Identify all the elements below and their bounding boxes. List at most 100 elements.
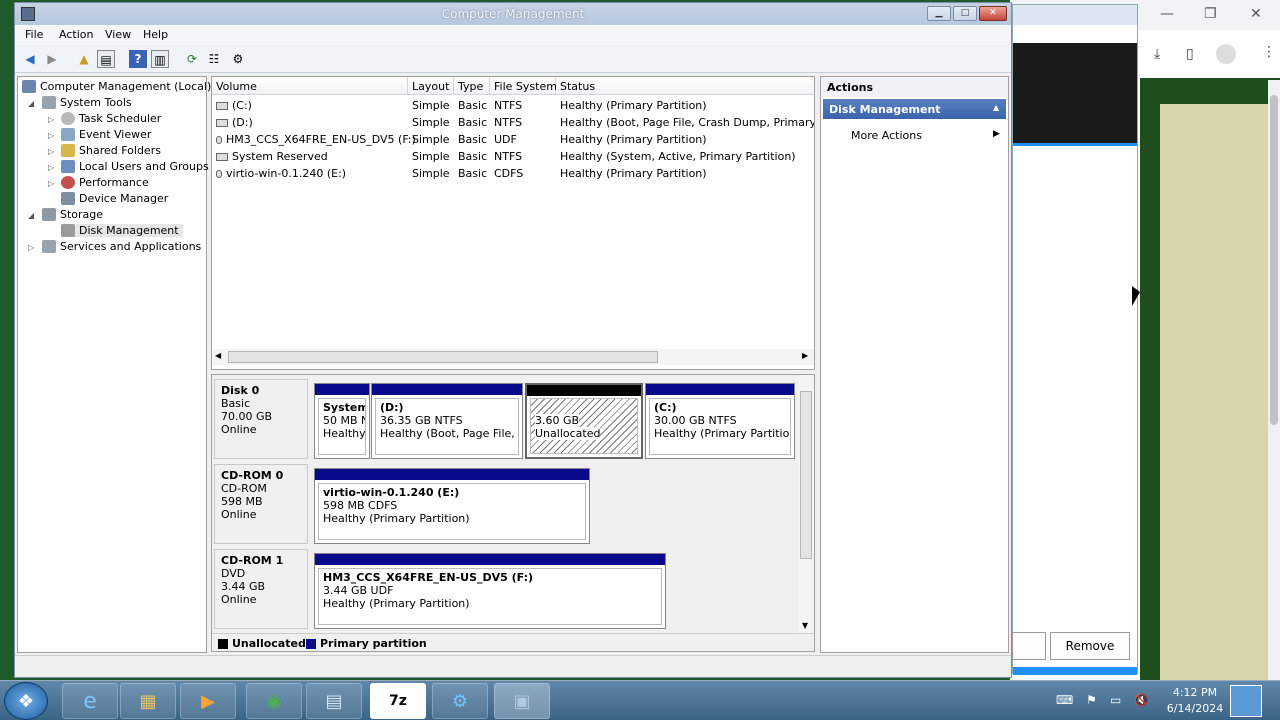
partition-f[interactable]: HM3_CCS_X64FRE_EN-US_DV5 (F:) 3.44 GB UDF… — [314, 553, 666, 629]
menu-kebab-icon[interactable]: ⋮ — [1262, 44, 1276, 60]
expand-icon[interactable]: ▷ — [48, 147, 54, 156]
media-player-icon[interactable]: ▶ — [180, 683, 236, 719]
volume-muted-icon[interactable]: 🔇 — [1134, 693, 1149, 707]
menu-view[interactable]: View — [105, 28, 131, 41]
tree-task-scheduler[interactable]: Task Scheduler — [61, 112, 161, 125]
rescan-icon[interactable]: ⚙ — [229, 50, 247, 68]
unallocated-swatch — [218, 639, 228, 649]
minimize-button[interactable]: ▁ — [927, 6, 951, 21]
expand-icon[interactable]: ▷ — [48, 131, 54, 140]
back-icon[interactable]: ◀ — [21, 50, 39, 68]
scroll-down-icon[interactable]: ▼ — [802, 621, 808, 630]
computer-management-window: Computer Management ▁ □ ✕ File Action Vi… — [14, 2, 1012, 678]
properties-icon[interactable]: ☷ — [205, 50, 223, 68]
expand-icon[interactable]: ▷ — [48, 163, 54, 172]
clock[interactable]: 4:12 PM 6/14/2024 — [1160, 685, 1230, 717]
more-actions-item[interactable]: More Actions — [851, 129, 922, 142]
menu-help[interactable]: Help — [143, 28, 168, 41]
cdrom1-label[interactable]: CD-ROM 1 DVD 3.44 GB Online — [214, 549, 308, 629]
tree-shared-folders[interactable]: Shared Folders — [61, 144, 161, 157]
expand-icon[interactable]: ▷ — [48, 115, 54, 124]
sidebar-icon[interactable]: ▯ — [1186, 46, 1194, 62]
keyboard-icon[interactable]: ⌨ — [1056, 693, 1073, 707]
globe-icon[interactable]: ◉ — [246, 683, 302, 719]
scroll-right-icon[interactable]: ▶ — [802, 351, 808, 360]
column-volume[interactable]: Volume — [212, 77, 408, 95]
close-icon[interactable]: ✕ — [1250, 6, 1262, 22]
tools-icon — [42, 96, 56, 109]
computer-management-taskbar-icon[interactable]: ▣ — [494, 683, 550, 719]
table-row[interactable]: System Reserved Simple Basic NTFS Health… — [212, 148, 814, 165]
ie-icon[interactable]: e — [62, 683, 118, 719]
network-icon[interactable]: ▭ — [1110, 693, 1121, 707]
actions-header: Actions — [821, 77, 1008, 97]
download-icon[interactable]: ⤓ — [1154, 46, 1160, 62]
partition-e[interactable]: virtio-win-0.1.240 (E:) 598 MB CDFS Health… — [314, 468, 590, 544]
tree-disk-management[interactable]: Disk Management — [61, 224, 183, 237]
restore-icon[interactable]: ❐ — [1204, 6, 1217, 22]
collapse-icon[interactable]: ◢ — [28, 211, 34, 220]
tree-services-apps[interactable]: Services and Applications — [42, 240, 201, 253]
tree-root[interactable]: Computer Management (Local) — [22, 80, 211, 93]
column-type[interactable]: Type — [454, 77, 490, 95]
maximize-button[interactable]: □ — [953, 6, 977, 21]
shared-folder-icon — [61, 144, 75, 157]
submenu-arrow-icon: ▶ — [993, 129, 1000, 139]
tree-performance[interactable]: Performance — [61, 176, 149, 189]
table-row[interactable]: (D:) Simple Basic NTFS Healthy (Boot, Pa… — [212, 114, 814, 131]
partition-unallocated[interactable]: 3.60 GB Unallocated — [525, 383, 643, 459]
tree-local-users[interactable]: Local Users and Groups — [61, 160, 209, 173]
users-icon — [61, 160, 75, 173]
scroll-thumb[interactable] — [228, 351, 658, 363]
close-button[interactable]: ✕ — [979, 6, 1007, 21]
settings-icon[interactable]: ⚙ — [432, 683, 488, 719]
document-icon[interactable]: ▤ — [306, 683, 362, 719]
partition-c[interactable]: (C:) 30.00 GB NTFS Healthy (Primary Partit… — [645, 383, 795, 459]
volume-icon — [216, 102, 228, 110]
scroll-thumb[interactable] — [800, 391, 812, 559]
table-row[interactable]: HM3_CCS_X64FRE_EN-US_DV5 (F:) Simple Bas… — [212, 131, 814, 148]
remove-button[interactable]: Remove — [1050, 632, 1130, 660]
partition-d[interactable]: (D:) 36.35 GB NTFS Healthy (Boot, Page Fil… — [371, 383, 523, 459]
show-hide-action-pane-icon[interactable]: ▥ — [151, 50, 169, 68]
column-file-system[interactable]: File System — [490, 77, 557, 95]
partition-system-reserved[interactable]: System50 MB NHealthy ( — [314, 383, 370, 459]
start-button[interactable]: ❖ — [4, 682, 48, 720]
browser-scrollbar-thumb[interactable] — [1270, 95, 1278, 425]
help-icon[interactable]: ? — [129, 50, 147, 68]
column-status[interactable]: Status — [556, 77, 814, 95]
forward-icon[interactable]: ▶ — [43, 50, 61, 68]
tree-event-viewer[interactable]: Event Viewer — [61, 128, 151, 141]
tree-device-manager[interactable]: Device Manager — [61, 192, 168, 205]
table-row[interactable]: virtio-win-0.1.240 (E:) Simple Basic CDF… — [212, 165, 814, 182]
table-row[interactable]: (C:) Simple Basic NTFS Healthy (Primary … — [212, 97, 814, 114]
tree-storage[interactable]: Storage — [42, 208, 103, 221]
explorer-icon[interactable]: ▦ — [120, 683, 176, 719]
column-layout[interactable]: Layout — [408, 77, 454, 95]
actions-section-disk-management[interactable]: Disk Management ▲ — [823, 99, 1006, 119]
disk-view-vscroll[interactable]: ▼ — [798, 375, 814, 635]
collapse-up-icon[interactable]: ▲ — [993, 103, 999, 112]
menu-file[interactable]: File — [25, 28, 43, 41]
cd-icon — [216, 136, 222, 144]
expand-icon[interactable]: ▷ — [48, 179, 54, 188]
background-dialog — [1012, 4, 1138, 675]
dialog-bottom-band — [1013, 667, 1137, 675]
scroll-left-icon[interactable]: ◀ — [215, 351, 221, 360]
cdrom0-label[interactable]: CD-ROM 0 CD-ROM 598 MB Online — [214, 464, 308, 544]
up-folder-icon[interactable]: ▲ — [75, 50, 93, 68]
volume-list-hscroll[interactable]: ◀ ▶ — [212, 349, 814, 365]
menu-action[interactable]: Action — [59, 28, 93, 41]
7zip-icon[interactable]: 7z — [370, 683, 426, 719]
partial-button[interactable] — [1012, 632, 1046, 660]
minimize-icon[interactable]: — — [1160, 6, 1174, 22]
collapse-icon[interactable]: ◢ — [28, 99, 34, 108]
flag-icon[interactable]: ⚑ — [1086, 693, 1097, 707]
tree-system-tools[interactable]: System Tools — [42, 96, 132, 109]
show-desktop-icon[interactable] — [1230, 685, 1262, 717]
expand-icon[interactable]: ▷ — [28, 243, 34, 252]
disk0-label[interactable]: Disk 0 Basic 70.00 GB Online — [214, 379, 308, 459]
show-hide-tree-icon[interactable]: ▤ — [97, 50, 115, 68]
profile-icon[interactable] — [1216, 44, 1236, 64]
refresh-icon[interactable]: ⟳ — [183, 50, 201, 68]
